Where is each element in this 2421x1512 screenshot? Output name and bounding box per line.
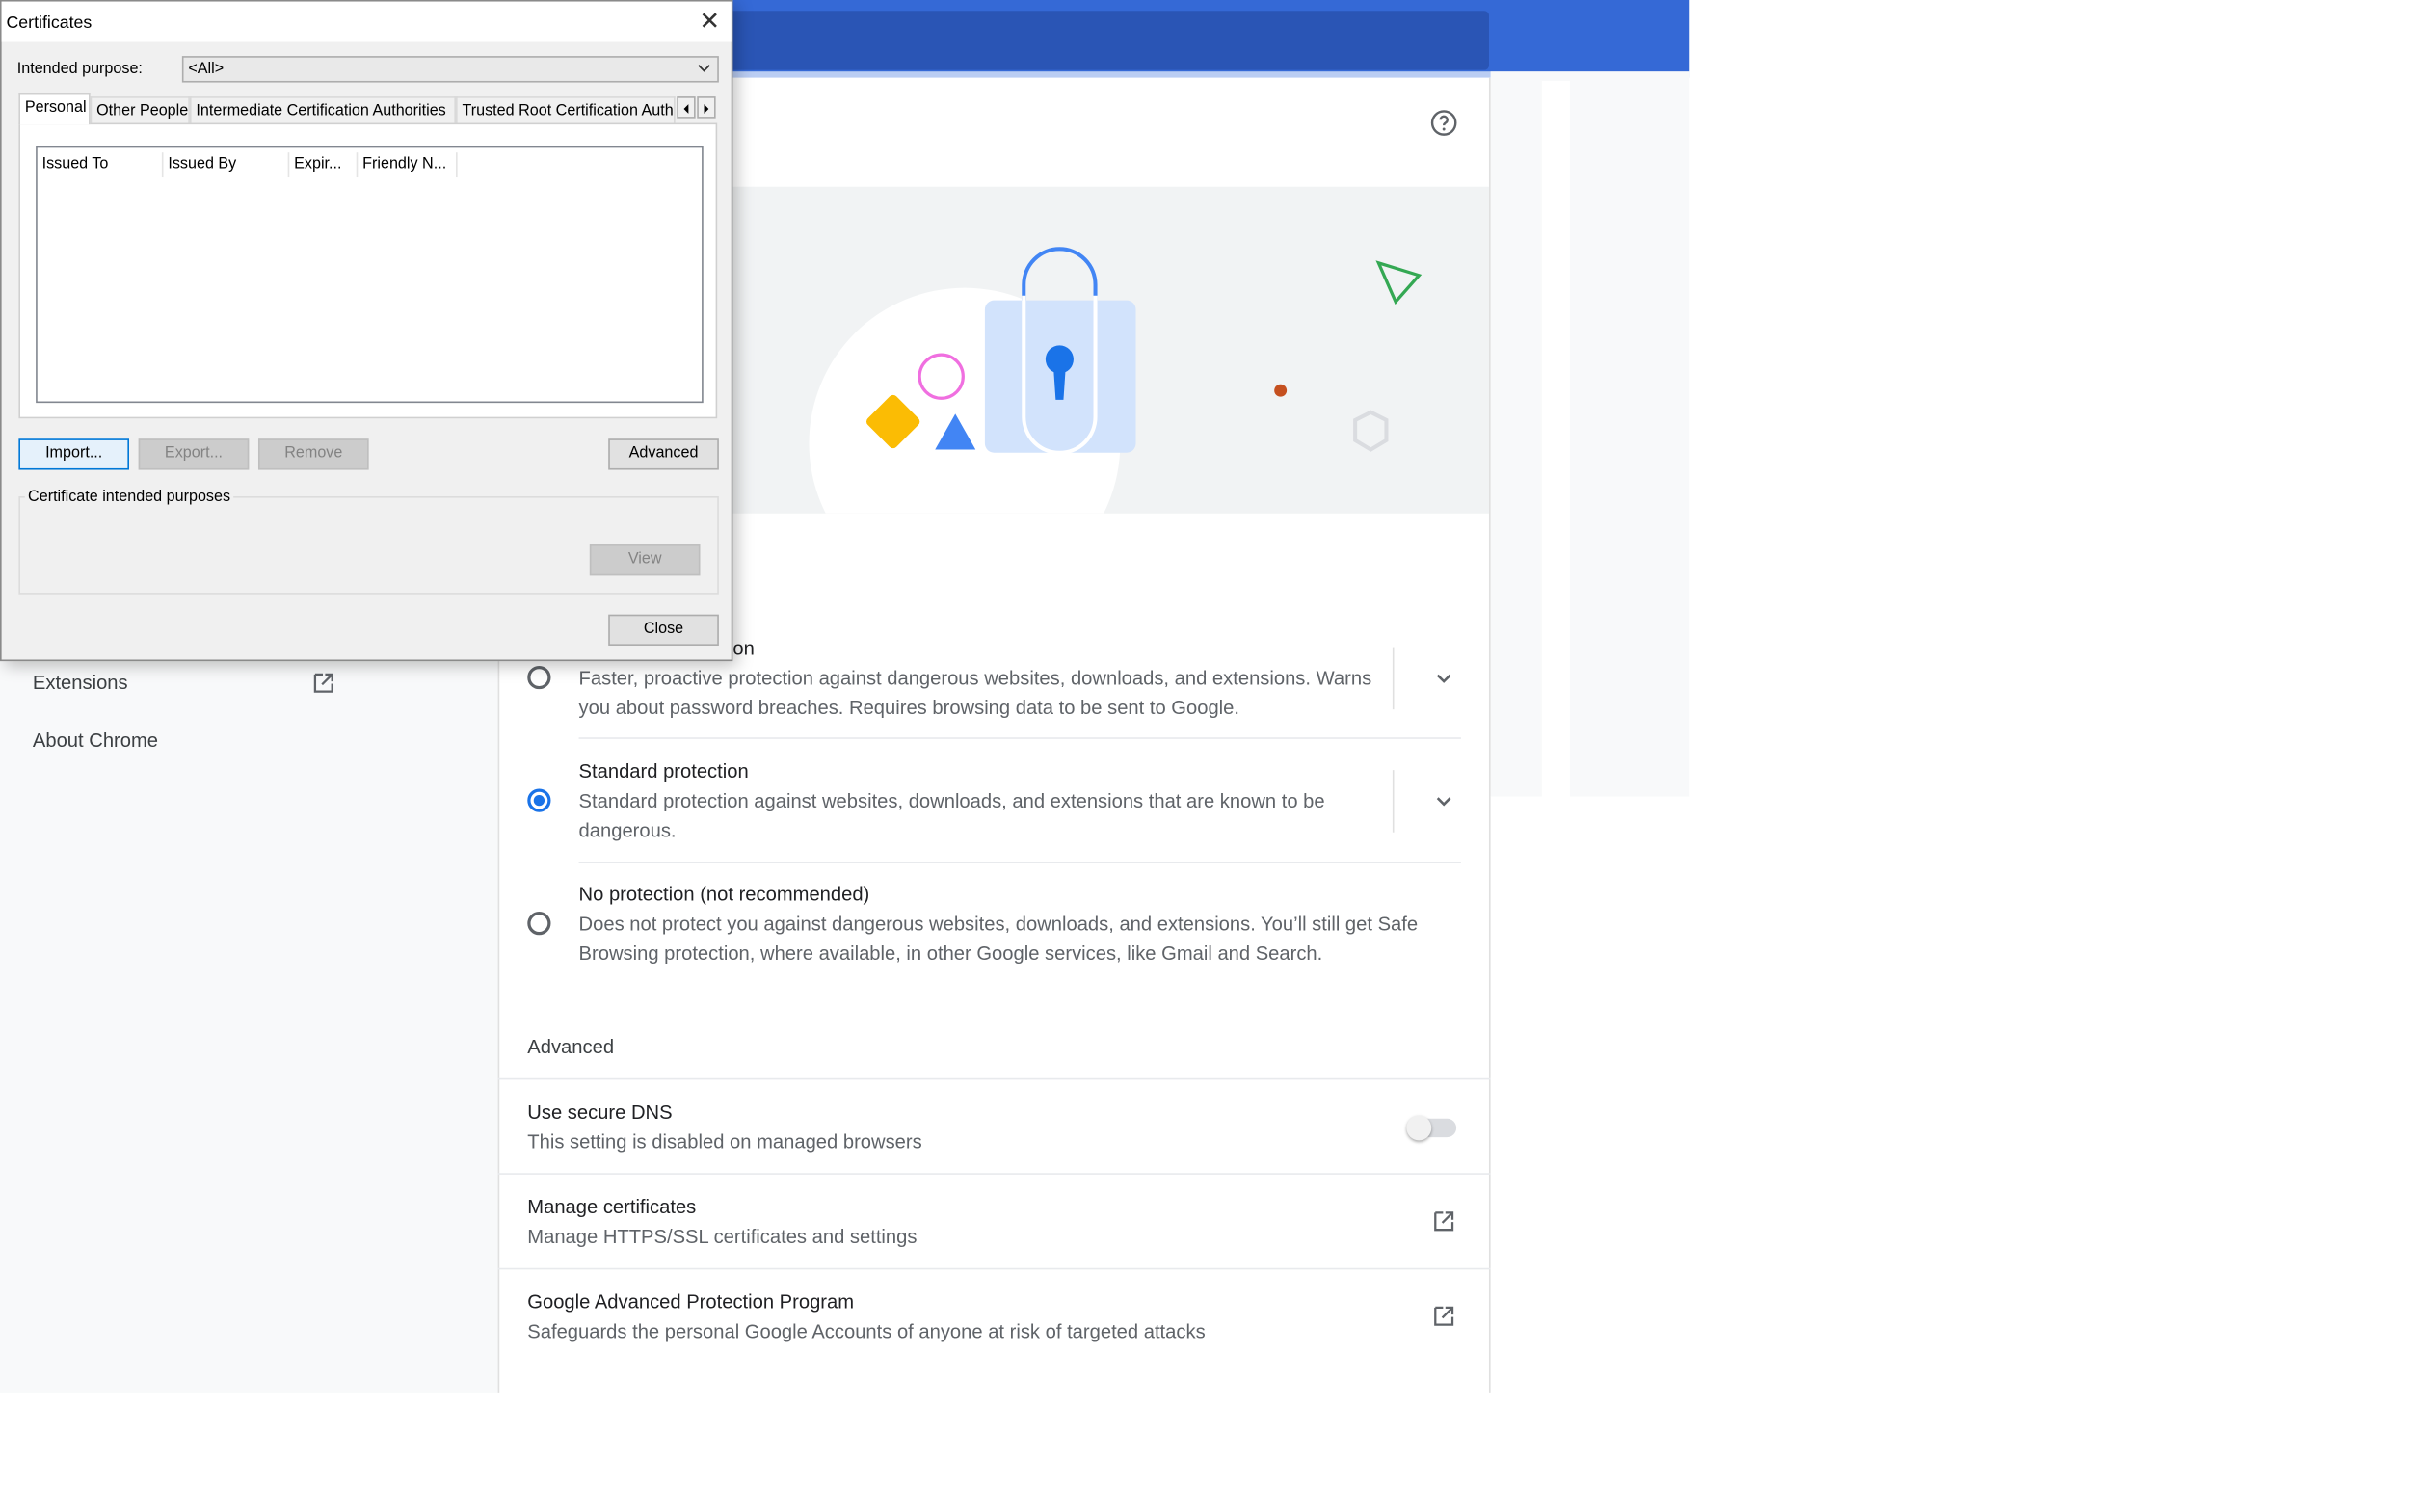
caret-left-icon xyxy=(683,104,689,114)
chevron-down-icon[interactable] xyxy=(1433,668,1455,690)
divider xyxy=(1392,647,1395,710)
column-issued-by[interactable]: Issued By xyxy=(164,152,290,178)
intended-purposes-label: Certificate intended purposes xyxy=(24,488,234,506)
secure-dns-desc: This setting is disabled on managed brow… xyxy=(527,1130,922,1154)
enhanced-protection-desc: Faster, proactive protection against dan… xyxy=(578,667,1372,719)
tab-intermediate-ca[interactable]: Intermediate Certification Authorities xyxy=(189,96,457,123)
security-illustration xyxy=(731,186,1489,514)
open-in-new-icon[interactable] xyxy=(1431,1208,1456,1233)
column-issued-to[interactable]: Issued To xyxy=(38,152,164,178)
remove-button[interactable]: Remove xyxy=(257,438,369,470)
secure-dns-title: Use secure DNS xyxy=(527,1101,673,1124)
help-icon[interactable] xyxy=(1430,109,1458,137)
open-in-new-icon[interactable] xyxy=(1431,1304,1456,1329)
manage-certificates-title[interactable]: Manage certificates xyxy=(527,1196,696,1218)
divider xyxy=(497,1267,1491,1270)
page-background xyxy=(1490,71,1690,797)
caret-right-icon xyxy=(704,104,709,114)
standard-protection-radio[interactable] xyxy=(527,788,551,812)
chevron-down-icon[interactable] xyxy=(1433,790,1455,812)
dialog-titlebar[interactable]: Certificates ✕ xyxy=(1,1,732,42)
divider xyxy=(578,737,1461,739)
tab-personal[interactable]: Personal xyxy=(18,93,91,125)
chevron-down-icon xyxy=(698,65,710,72)
no-protection-desc: Does not protect you against dangerous w… xyxy=(578,913,1419,965)
intended-purpose-label: Intended purpose: xyxy=(16,60,143,78)
divider xyxy=(497,1077,1491,1080)
secure-dns-toggle[interactable] xyxy=(1406,1115,1457,1141)
advanced-section-title: Advanced xyxy=(527,1036,615,1058)
certificate-list[interactable]: Issued To Issued By Expir... Friendly N.… xyxy=(36,146,704,404)
close-icon[interactable]: ✕ xyxy=(692,8,727,38)
advanced-protection-program-title[interactable]: Google Advanced Protection Program xyxy=(527,1291,854,1313)
toggle-knob xyxy=(1406,1115,1432,1141)
standard-protection-title: Standard protection xyxy=(578,760,749,783)
view-button[interactable]: View xyxy=(589,544,701,576)
enhanced-protection-radio[interactable] xyxy=(527,665,551,690)
open-in-new-icon[interactable] xyxy=(311,671,336,696)
no-protection-radio[interactable] xyxy=(527,912,551,936)
standard-protection-desc: Standard protection against websites, do… xyxy=(578,790,1325,842)
certificates-dialog: Certificates ✕ Intended purpose: <All> P… xyxy=(0,0,733,662)
tab-scroll-left[interactable] xyxy=(677,96,696,119)
divider xyxy=(1392,770,1395,833)
tab-trusted-root-ca[interactable]: Trusted Root Certification Auth xyxy=(456,96,676,123)
import-button[interactable]: Import... xyxy=(18,438,129,470)
divider xyxy=(578,862,1461,863)
column-friendly-name[interactable]: Friendly N... xyxy=(358,152,458,178)
close-button[interactable]: Close xyxy=(608,614,719,646)
sidebar-item-extensions[interactable]: Extensions xyxy=(33,672,128,694)
tab-other-people[interactable]: Other People xyxy=(90,96,190,123)
intended-purpose-value: <All> xyxy=(188,60,225,78)
intended-purpose-select[interactable]: <All> xyxy=(181,56,719,83)
screen: Extensions About Chrome on Faster, proac… xyxy=(0,0,2421,1511)
column-expiration[interactable]: Expir... xyxy=(289,152,359,178)
no-protection-title: No protection (not recommended) xyxy=(578,883,870,906)
sidebar-item-about-chrome[interactable]: About Chrome xyxy=(33,729,158,752)
manage-certificates-desc: Manage HTTPS/SSL certificates and settin… xyxy=(527,1226,918,1248)
export-button[interactable]: Export... xyxy=(138,438,250,470)
tab-scroll-right[interactable] xyxy=(697,96,716,119)
settings-search-box[interactable] xyxy=(731,11,1489,70)
advanced-protection-program-desc: Safeguards the personal Google Accounts … xyxy=(527,1320,1206,1343)
divider xyxy=(497,1173,1491,1175)
dialog-title: Certificates xyxy=(6,13,93,33)
lock-illustration xyxy=(809,247,1423,514)
page-strip xyxy=(1541,80,1570,1382)
enhanced-protection-title: on xyxy=(732,637,755,660)
advanced-button[interactable]: Advanced xyxy=(608,438,719,470)
